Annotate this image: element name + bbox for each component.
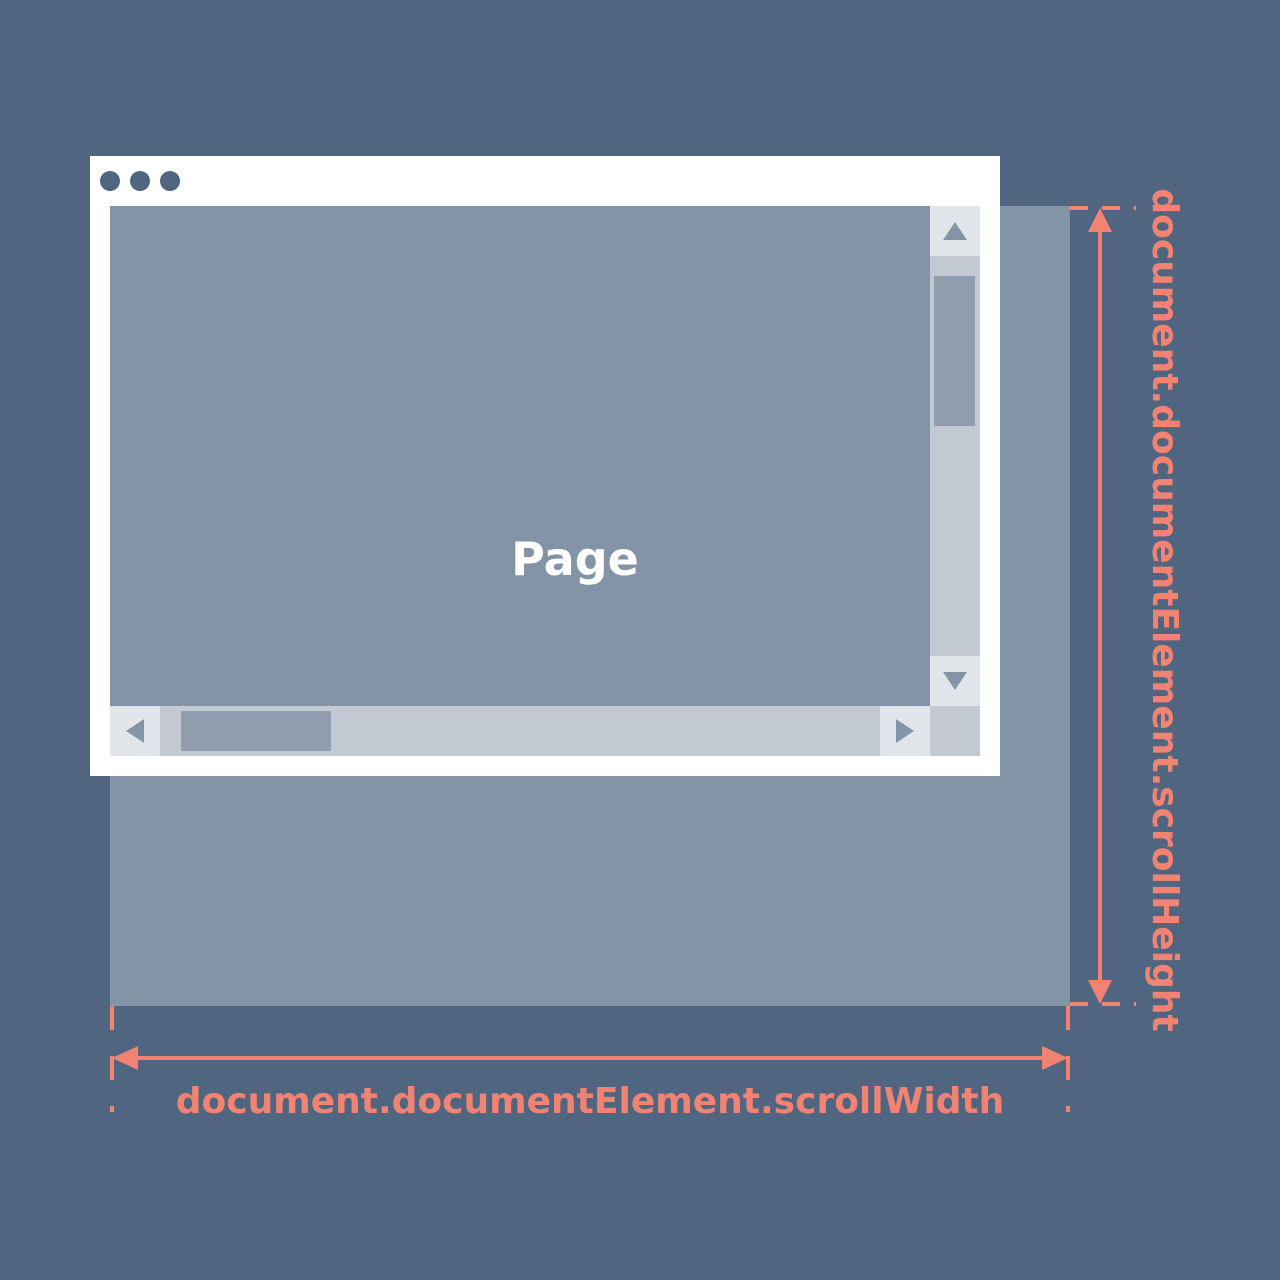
scroll-height-label: document.documentElement.scrollHeight [1144, 188, 1185, 1032]
scroll-width-label: document.documentElement.scrollWidth [175, 1081, 1005, 1122]
height-arrowhead-up-icon [1088, 208, 1112, 232]
width-arrowhead-left-icon [112, 1046, 138, 1070]
width-arrowhead-right-icon [1042, 1046, 1068, 1070]
height-arrowhead-down-icon [1088, 980, 1112, 1004]
